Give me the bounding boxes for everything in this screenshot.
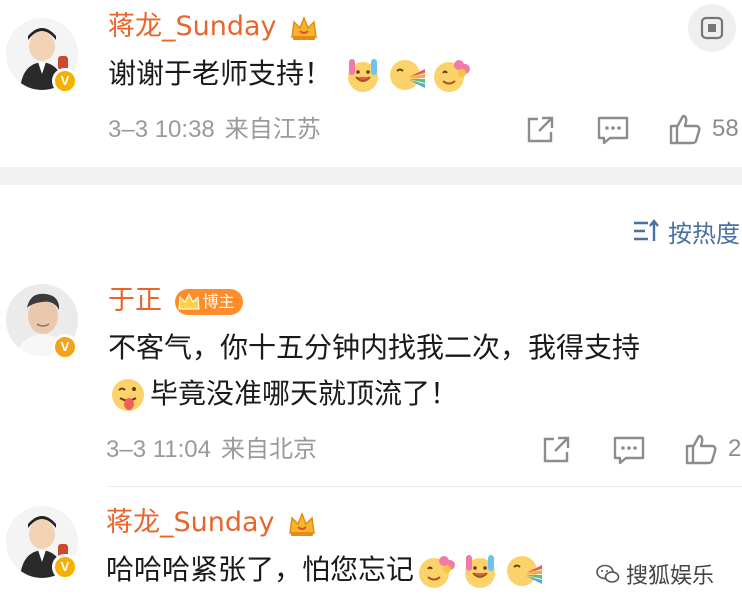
flower-emoji-icon	[433, 60, 470, 92]
comment-text: 谢谢于老师支持！	[108, 52, 473, 96]
wechat-icon	[596, 564, 620, 583]
comment-meta: 3–3 11:04 来自北京	[106, 434, 317, 465]
watermark: 搜狐娱乐	[596, 558, 714, 590]
reply-button[interactable]	[596, 114, 630, 146]
avatar[interactable]: V	[6, 18, 78, 94]
comment-icon	[613, 436, 645, 465]
flower-emoji-icon	[419, 556, 456, 588]
verified-icon: V	[52, 68, 78, 94]
verified-icon: V	[52, 334, 78, 360]
comment-location: 来自江苏	[224, 115, 321, 143]
share-icon	[543, 436, 570, 463]
tongue-emoji-icon	[112, 379, 144, 411]
like-button[interactable]	[668, 112, 702, 146]
ice-cream-emoji-icon	[465, 555, 496, 588]
rainbow-emoji-icon	[389, 60, 425, 90]
sort-label: 按热度	[668, 219, 740, 248]
comment-divider	[108, 486, 742, 487]
rainbow-emoji-icon	[507, 556, 543, 586]
sort-by-hot-button[interactable]: 按热度	[632, 214, 740, 248]
comment-text-line2: 毕竟没准哪天就顶流了！	[106, 372, 458, 416]
username[interactable]: 于正 博主	[108, 284, 243, 318]
comment-meta: 3–3 10:38 来自江苏	[108, 114, 321, 145]
comment-text: 哈哈哈紧张了，怕您忘记	[106, 548, 546, 592]
thumbs-up-icon	[669, 114, 701, 145]
thumbs-up-icon	[685, 434, 717, 465]
like-count: 2	[728, 435, 742, 462]
comment-location: 来自北京	[221, 435, 317, 463]
comment-icon	[597, 116, 629, 145]
like-button[interactable]	[684, 432, 718, 466]
sort-icon	[634, 219, 659, 241]
section-divider	[0, 167, 742, 185]
username[interactable]: 蒋龙_Sunday	[108, 10, 319, 44]
ice-cream-emoji-icon	[347, 59, 378, 92]
blogger-badge: 博主	[174, 288, 243, 315]
blogger-badge-label: 博主	[202, 291, 235, 311]
crown-icon	[178, 292, 200, 309]
like-count: 58	[712, 115, 739, 142]
reply-button[interactable]	[612, 434, 646, 466]
share-icon	[527, 116, 554, 143]
share-button[interactable]	[524, 114, 556, 146]
avatar[interactable]: V	[6, 284, 78, 360]
comment-text: 不客气，你十五分钟内找我二次，我得支持	[108, 331, 641, 364]
comment-item: V 于正 博主 不客气，你十五分钟内找我二次，我得支持 毕竟没准哪天就顶流了！ …	[0, 270, 742, 480]
avatar[interactable]: V	[6, 506, 78, 580]
comment-time: 3–3 10:38	[108, 116, 215, 143]
username[interactable]: 蒋龙_Sunday	[106, 506, 317, 540]
verified-icon: V	[52, 554, 78, 580]
crown-icon	[289, 511, 315, 536]
share-button[interactable]	[540, 434, 572, 466]
comment-time: 3–3 11:04	[106, 436, 211, 463]
watermark-label: 搜狐娱乐	[626, 564, 715, 589]
crown-icon	[291, 15, 317, 40]
comment-item: V 蒋龙_Sunday 谢谢于老师支持！ 3–3 10:38 来自江苏 58	[0, 0, 742, 167]
